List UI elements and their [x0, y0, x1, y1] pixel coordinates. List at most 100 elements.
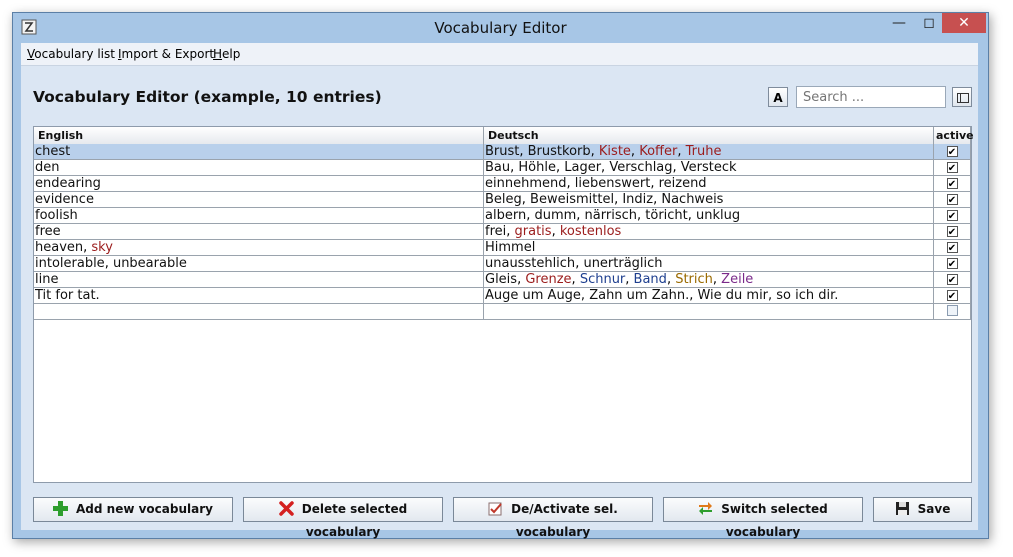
cell-english[interactable]: foolish [34, 208, 484, 223]
separator: , [625, 272, 634, 287]
table-row[interactable]: endearing einnehmend, liebenswert, reizen… [34, 176, 971, 192]
word: albern [485, 208, 527, 223]
cell-deutsch[interactable]: Bau, Höhle, Lager, Verschlag, Versteck [484, 160, 934, 175]
cell-deutsch[interactable]: Gleis, Grenze, Schnur, Band, Strich, Zei… [484, 272, 934, 287]
menu-vocabulary-list[interactable]: Vocabulary list [27, 47, 115, 61]
cell-english[interactable]: heaven, sky [34, 240, 484, 255]
menu-label: elp [222, 47, 241, 61]
column-header-active[interactable]: active [934, 127, 974, 144]
active-checkbox[interactable]: ✔ [946, 226, 958, 238]
title-bar[interactable]: Vocabulary Editor — ◻ ✕ [13, 13, 988, 43]
table-row[interactable]: chest Brust, Brustkorb, Kiste, Koffer, Tr… [34, 144, 971, 160]
cell-english[interactable]: Tit for tat. [34, 288, 484, 303]
column-header-deutsch[interactable]: Deutsch [484, 127, 934, 144]
column-header-english[interactable]: English [34, 127, 484, 144]
maximize-button[interactable]: ◻ [916, 13, 942, 33]
word: Nachweis [661, 192, 724, 207]
word: Kiste [598, 144, 631, 159]
word: liebenswert [574, 176, 651, 191]
table-row[interactable]: intolerable, unbearable unausstehlich, un… [34, 256, 971, 272]
word: Tit for tat. [35, 288, 100, 303]
active-checkbox[interactable] [946, 305, 958, 316]
active-checkbox[interactable]: ✔ [946, 290, 958, 302]
cell-deutsch[interactable]: einnehmend, liebenswert, reizend [484, 176, 934, 191]
cell-english[interactable]: free [34, 224, 484, 239]
table-row[interactable]: evidence Beleg, Beweismittel, Indiz, Nach… [34, 192, 971, 208]
menu-import-export[interactable]: Import & Export [118, 47, 214, 61]
menu-label: mport & Export [121, 47, 215, 61]
cell-english[interactable]: chest [34, 144, 484, 159]
minimize-button[interactable]: — [886, 13, 912, 33]
cell-deutsch[interactable]: Brust, Brustkorb, Kiste, Koffer, Truhe [484, 144, 934, 159]
cell-deutsch[interactable]: albern, dumm, närrisch, töricht, unklug [484, 208, 934, 223]
font-size-button[interactable]: A [768, 87, 788, 107]
cell-active: ✔ [934, 224, 971, 239]
table-row[interactable]: line Gleis, Grenze, Schnur, Band, Strich,… [34, 272, 971, 288]
word: frei [485, 224, 507, 239]
separator: , [687, 208, 697, 223]
active-checkbox[interactable]: ✔ [946, 178, 958, 190]
table-row[interactable]: free frei, gratis, kostenlos ✔ [34, 224, 971, 240]
table-row[interactable]: heaven, sky Himmel ✔ [34, 240, 971, 256]
active-checkbox[interactable]: ✔ [946, 242, 958, 254]
cell-english[interactable] [34, 304, 484, 319]
word: Wie du mir, so ich dir. [697, 288, 839, 303]
word: einnehmend [485, 176, 567, 191]
cell-english[interactable]: evidence [34, 192, 484, 207]
word: Band [633, 272, 667, 287]
save-button[interactable]: Save [873, 497, 972, 522]
cell-deutsch[interactable]: Himmel [484, 240, 934, 255]
active-checkbox[interactable]: ✔ [946, 274, 958, 286]
cell-deutsch[interactable] [484, 304, 934, 319]
close-button[interactable]: ✕ [942, 13, 986, 33]
table-row[interactable]: den Bau, Höhle, Lager, Verschlag, Verstec… [34, 160, 971, 176]
button-label: De/Activate sel. vocabulary [511, 502, 618, 539]
menu-help[interactable]: Help [213, 47, 240, 61]
cell-active: ✔ [934, 272, 971, 287]
table-row[interactable] [34, 304, 971, 320]
word: Höhle [518, 160, 556, 175]
cell-deutsch[interactable]: unausstehlich, unerträglich [484, 256, 934, 271]
switch-arrows-icon [699, 502, 713, 515]
menu-mnemonic: H [213, 47, 223, 61]
word: Verschlag [609, 160, 673, 175]
word: Beweismittel [530, 192, 615, 207]
cell-active: ✔ [934, 288, 971, 303]
word: Brustkorb [527, 144, 591, 159]
cell-deutsch[interactable]: Beleg, Beweismittel, Indiz, Nachweis [484, 192, 934, 207]
table-row[interactable]: Tit for tat. Auge um Auge, Zahn um Zahn.,… [34, 288, 971, 304]
table-row[interactable]: foolish albern, dumm, närrisch, töricht, … [34, 208, 971, 224]
word: chest [35, 144, 71, 159]
active-checkbox[interactable]: ✔ [946, 146, 958, 158]
table-header: English Deutsch active [34, 127, 974, 145]
active-checkbox[interactable]: ✔ [946, 162, 958, 174]
active-checkbox[interactable]: ✔ [946, 210, 958, 222]
word: Versteck [680, 160, 737, 175]
word: Lager [564, 160, 602, 175]
word: foolish [35, 208, 78, 223]
word: intolerable [35, 256, 105, 271]
cell-english[interactable]: den [34, 160, 484, 175]
add-vocabulary-button[interactable]: Add new vocabulary [33, 497, 233, 522]
floppy-disk-icon [895, 502, 909, 515]
word: Zeile [721, 272, 754, 287]
activate-vocabulary-button[interactable]: De/Activate sel. vocabulary [453, 497, 653, 539]
active-checkbox[interactable]: ✔ [946, 258, 958, 270]
word: Indiz [622, 192, 654, 207]
cell-english[interactable]: line [34, 272, 484, 287]
separator: , [576, 208, 585, 223]
cell-english[interactable]: endearing [34, 176, 484, 191]
delete-vocabulary-button[interactable]: Delete selected vocabulary [243, 497, 443, 539]
active-checkbox[interactable]: ✔ [946, 194, 958, 206]
menu-bar: Vocabulary list Import & Export Help [21, 43, 978, 66]
cell-english[interactable]: intolerable, unbearable [34, 256, 484, 271]
panel-toggle-button[interactable] [952, 87, 972, 107]
switch-vocabulary-button[interactable]: Switch selected vocabulary [663, 497, 863, 539]
search-input[interactable] [796, 86, 946, 108]
cell-deutsch[interactable]: frei, gratis, kostenlos [484, 224, 934, 239]
word: Beleg [485, 192, 522, 207]
cell-deutsch[interactable]: Auge um Auge, Zahn um Zahn., Wie du mir,… [484, 288, 934, 303]
word: endearing [35, 176, 101, 191]
plus-icon [53, 501, 69, 516]
app-window: Vocabulary Editor — ◻ ✕ Vocabulary list … [12, 12, 989, 539]
